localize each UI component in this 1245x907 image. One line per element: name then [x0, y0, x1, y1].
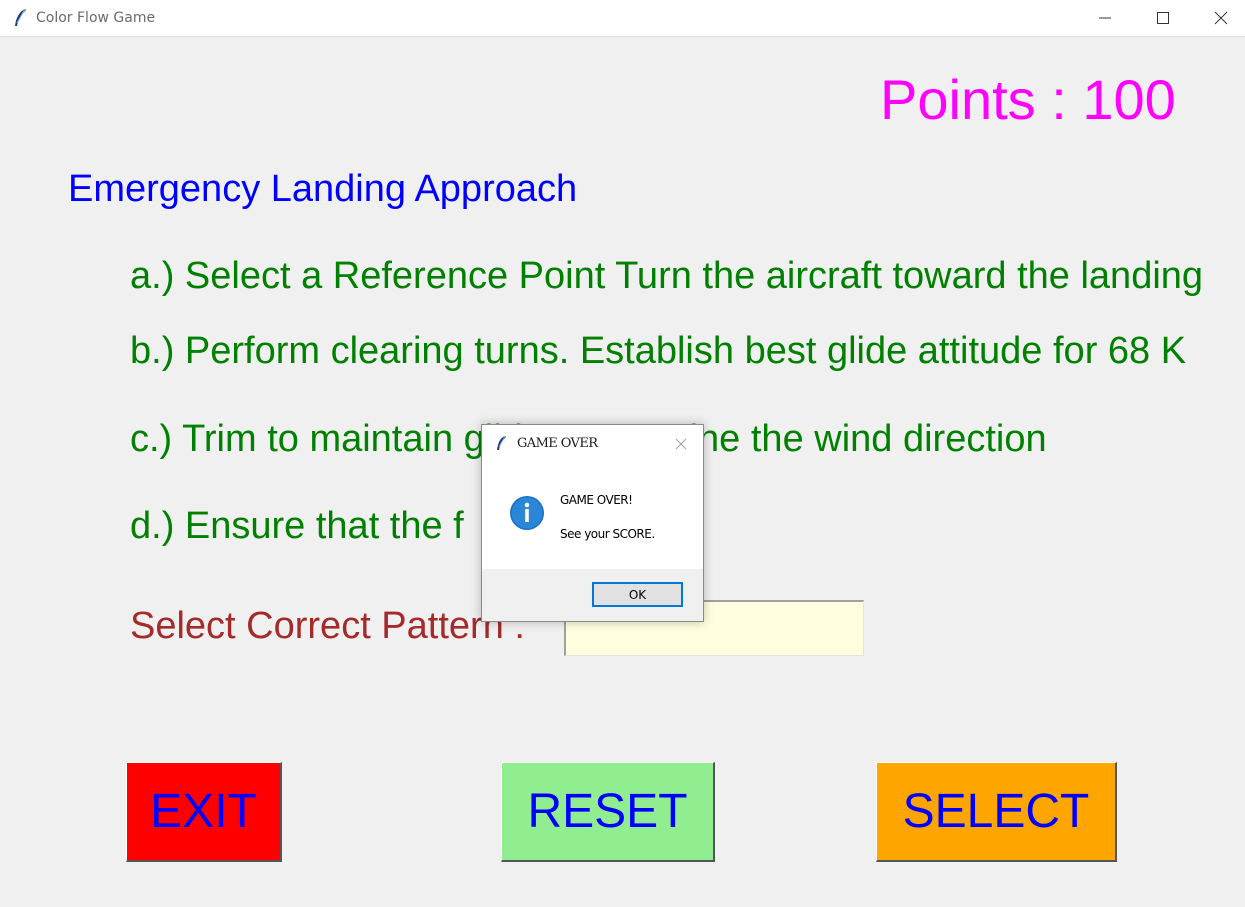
- points-display: Points : 100: [880, 68, 1176, 131]
- close-button[interactable]: [1192, 0, 1245, 36]
- dialog-message-body: See your SCORE.: [560, 527, 655, 541]
- step-b: b.) Perform clearing turns. Establish be…: [130, 330, 1187, 372]
- dialog-close-icon[interactable]: [674, 437, 688, 451]
- step-a: a.) Select a Reference Point Turn the ai…: [130, 255, 1204, 297]
- exit-button[interactable]: EXIT: [126, 762, 282, 862]
- title-bar: Color Flow Game: [0, 0, 1245, 37]
- close-icon: [1214, 11, 1228, 25]
- feather-icon: [15, 8, 26, 26]
- select-button[interactable]: SELECT: [876, 762, 1117, 862]
- dialog-title-bar: GAME OVER: [482, 425, 703, 461]
- minimize-icon: [1099, 17, 1111, 19]
- info-icon: [510, 496, 544, 530]
- dialog-footer: OK: [482, 569, 703, 621]
- ok-button[interactable]: OK: [592, 582, 683, 607]
- dialog-message-title: GAME OVER!: [560, 493, 633, 507]
- window-title: Color Flow Game: [36, 10, 156, 26]
- game-over-dialog: GAME OVER GAME OVER! See your SCORE. OK: [481, 424, 704, 622]
- maximize-button[interactable]: [1134, 0, 1192, 36]
- maximize-icon: [1157, 12, 1169, 24]
- step-d: d.) Ensure that the f: [130, 505, 464, 547]
- feather-icon: [497, 435, 506, 450]
- task-heading: Emergency Landing Approach: [68, 168, 578, 210]
- minimize-button[interactable]: [1076, 0, 1134, 36]
- pattern-label: Select Correct Pattern :: [130, 605, 525, 647]
- app-window: Color Flow Game Points : 100 Emergency L…: [0, 0, 1245, 907]
- dialog-title: GAME OVER: [517, 436, 598, 451]
- reset-button[interactable]: RESET: [501, 762, 715, 862]
